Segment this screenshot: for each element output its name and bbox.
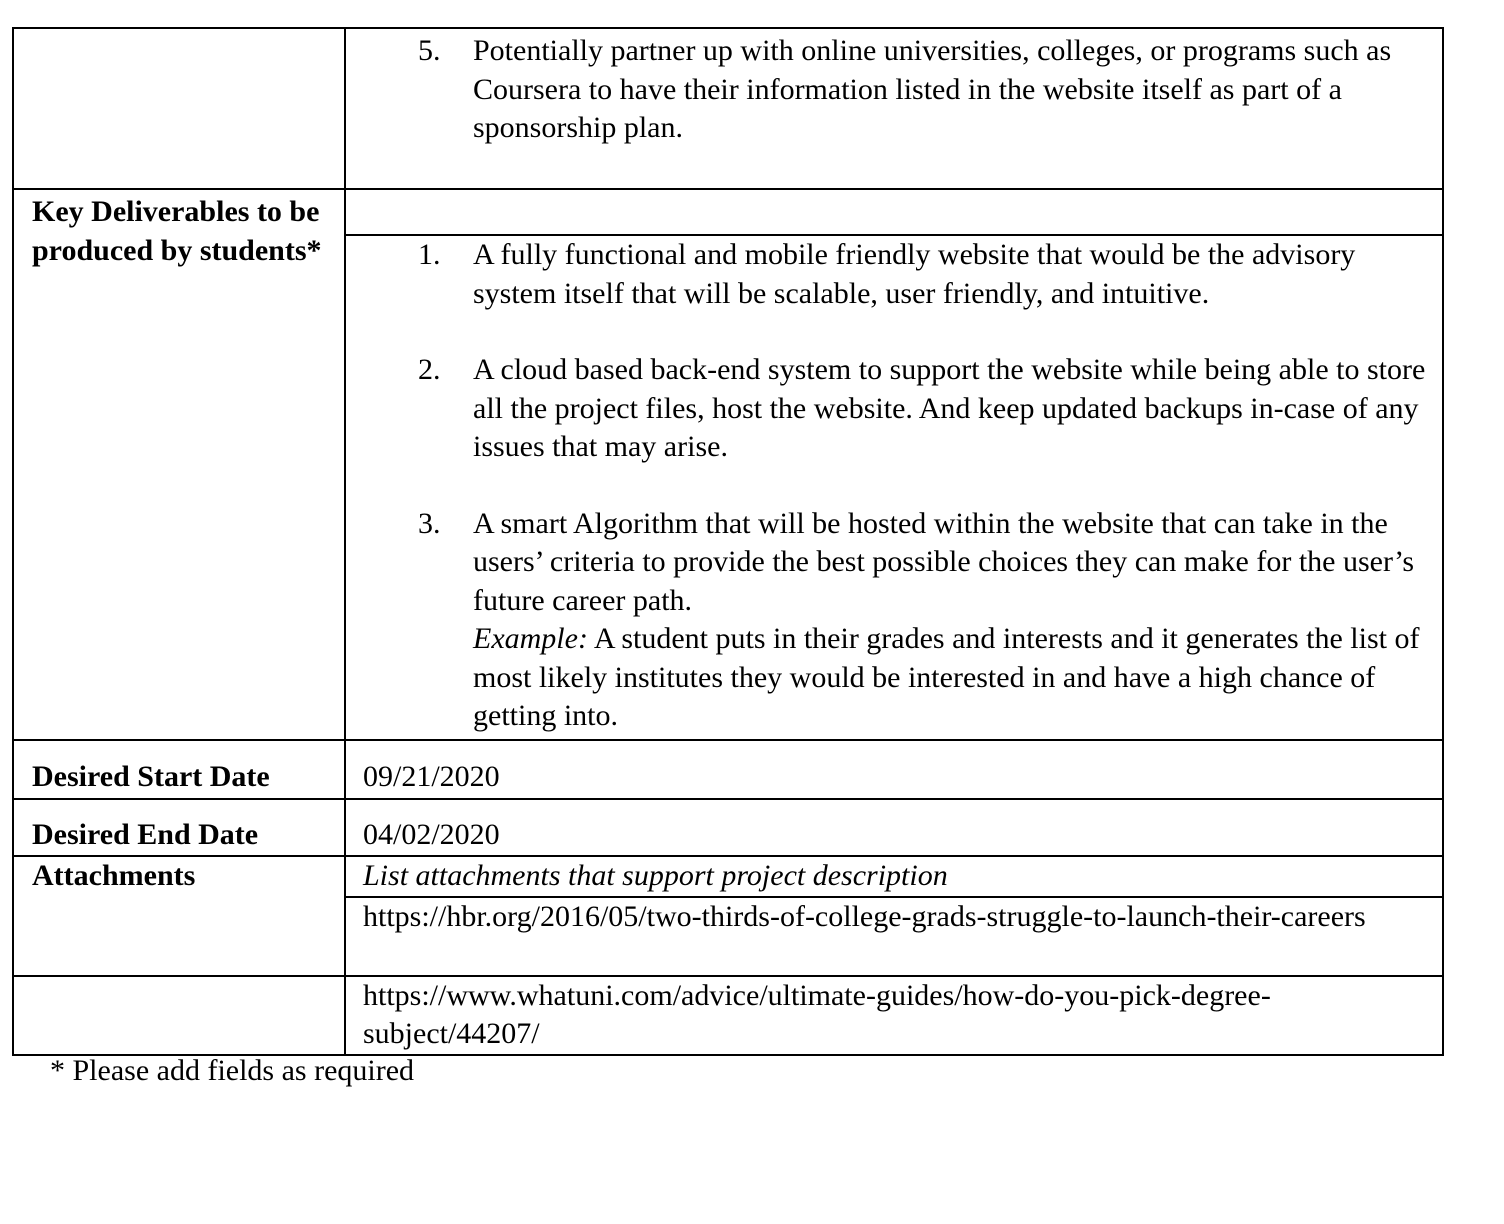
table-row: Key Deliverables to be produced by stude… xyxy=(12,188,1444,741)
list-item: 3. A smart Algorithm that will be hosted… xyxy=(346,505,1442,736)
empty-label-cell xyxy=(12,974,346,1056)
table-row: 5. Potentially partner up with online un… xyxy=(12,27,1444,190)
item-number: 1. xyxy=(418,238,441,271)
start-date-cell: 09/21/2020 xyxy=(344,739,1444,800)
end-date-label-cell: Desired End Date xyxy=(12,798,346,857)
attachments-label-cell: Attachments xyxy=(12,855,346,977)
attachments-hint-cell: List attachments that support project de… xyxy=(344,855,1444,898)
footnote: * Please add fields as required xyxy=(50,1054,415,1087)
table-row: Attachments List attachments that suppor… xyxy=(12,855,1444,977)
table-row: https://www.whatuni.com/advice/ultimate-… xyxy=(12,974,1444,1056)
deliverables-label: Key Deliverables to be produced by stude… xyxy=(32,195,322,267)
example-label: Example: xyxy=(473,622,588,655)
start-date-label-cell: Desired Start Date xyxy=(12,739,346,800)
table-row: Desired Start Date 09/21/2020 xyxy=(12,739,1444,800)
item-text: A cloud based back-end system to support… xyxy=(473,353,1426,463)
list-item: 1. A fully functional and mobile friendl… xyxy=(346,236,1442,313)
empty-label-cell xyxy=(12,27,346,190)
deliverables-list: 1. A fully functional and mobile friendl… xyxy=(346,236,1442,736)
empty-value-cell xyxy=(344,188,1444,236)
item-number: 3. xyxy=(418,506,441,540)
attachments-label: Attachments xyxy=(32,859,196,892)
attachments-hint: List attachments that support project de… xyxy=(363,859,948,892)
attachment-link-cell: https://www.whatuni.com/advice/ultimate-… xyxy=(344,974,1444,1056)
continuation-cell: 5. Potentially partner up with online un… xyxy=(344,27,1444,190)
example-text: A student puts in their grades and inter… xyxy=(473,622,1420,732)
list-item: 2. A cloud based back-end system to supp… xyxy=(346,351,1442,467)
continuation-list: 5. Potentially partner up with online un… xyxy=(346,32,1442,148)
item-number: 5. xyxy=(418,34,441,67)
start-date-value: 09/21/2020 xyxy=(363,760,500,793)
end-date-cell: 04/02/2020 xyxy=(344,798,1444,857)
attachment-link[interactable]: https://www.whatuni.com/advice/ultimate-… xyxy=(346,977,1442,1054)
end-date-value: 04/02/2020 xyxy=(363,818,500,851)
list-item: 5. Potentially partner up with online un… xyxy=(346,32,1442,148)
deliverables-label-cell: Key Deliverables to be produced by stude… xyxy=(12,188,346,741)
item-number: 2. xyxy=(418,353,441,386)
attachment-link[interactable]: https://hbr.org/2016/05/two-thirds-of-co… xyxy=(346,898,1442,937)
table-row: Desired End Date 04/02/2020 xyxy=(12,798,1444,857)
end-date-label: Desired End Date xyxy=(32,818,259,851)
item-text: A fully functional and mobile friendly w… xyxy=(473,238,1356,310)
item-text: Potentially partner up with online unive… xyxy=(473,34,1392,144)
project-details-table: 5. Potentially partner up with online un… xyxy=(12,27,1444,1056)
deliverables-cell: 1. A fully functional and mobile friendl… xyxy=(344,234,1444,741)
item-text: A smart Algorithm that will be hosted wi… xyxy=(473,506,1415,617)
start-date-label: Desired Start Date xyxy=(32,760,270,793)
attachment-link-cell: https://hbr.org/2016/05/two-thirds-of-co… xyxy=(344,895,1444,977)
